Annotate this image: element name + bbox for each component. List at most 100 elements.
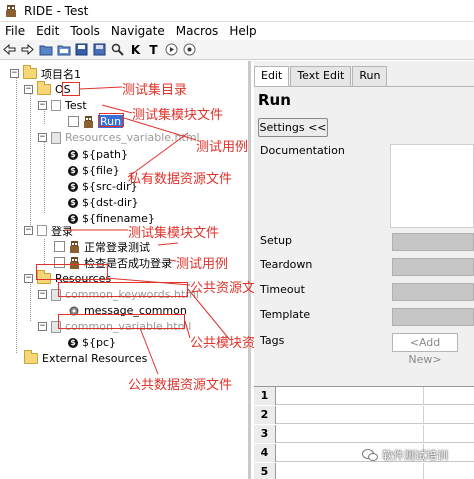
tree-item-variable[interactable]: $ ${pc} (68, 334, 116, 351)
grid-row[interactable]: 3 (254, 425, 474, 443)
test-t-icon[interactable]: T (146, 42, 161, 57)
run-icon[interactable] (164, 42, 179, 57)
menu-tools[interactable]: Tools (65, 24, 106, 38)
variable-dollar-icon: $ (68, 197, 78, 208)
annotation-box (36, 264, 108, 280)
tree-guide-line (44, 139, 45, 213)
toolbar: K T (0, 40, 474, 60)
collapse-icon[interactable]: − (24, 226, 33, 235)
tree-item-variable[interactable]: $ ${path} (68, 146, 128, 163)
annotation-suite-file: 测试集模块文件 (128, 226, 220, 241)
window-title: RIDE - Test (24, 3, 89, 18)
collapse-icon[interactable]: − (38, 133, 47, 142)
file-icon (37, 225, 47, 236)
row-number: 5 (254, 463, 276, 479)
menu-navigate[interactable]: Navigate (106, 24, 171, 38)
menu-help[interactable]: Help (224, 24, 262, 38)
tree-guide-line (30, 89, 31, 229)
tab-edit[interactable]: Edit (254, 66, 290, 86)
folder-icon (37, 81, 51, 95)
annotation-private-data: 私有数据资源文件 (128, 172, 233, 187)
search-keyword-icon[interactable] (110, 42, 125, 57)
tree-item-label: Test (65, 99, 87, 112)
ride-app-icon (6, 4, 16, 17)
timeout-field[interactable] (392, 283, 474, 301)
row-number: 3 (254, 425, 276, 443)
folder-icon (24, 350, 38, 364)
file-icon (51, 100, 61, 111)
add-new-tag-button[interactable]: <Add New> (392, 333, 458, 366)
collapse-icon[interactable]: − (38, 322, 47, 331)
test-checkbox[interactable] (54, 241, 65, 252)
annotation-suite-dir: 测试集目录 (122, 83, 188, 98)
tab-text-edit[interactable]: Text Edit (290, 66, 352, 86)
tree-item-label: ${path} (82, 148, 129, 161)
tree-item-label: ${file} (82, 164, 120, 177)
test-checkbox[interactable] (68, 116, 79, 127)
tree-item-test[interactable]: − Test (38, 97, 87, 114)
setup-field[interactable] (392, 233, 474, 251)
grid-cell[interactable] (276, 463, 424, 479)
collapse-icon[interactable]: − (24, 85, 33, 94)
grid-cell[interactable] (276, 387, 424, 405)
collapse-icon[interactable]: − (10, 69, 19, 78)
row-number: 4 (254, 444, 276, 462)
annotation-box (99, 113, 124, 127)
grid-row[interactable]: 1 (254, 387, 474, 405)
menubar: File Edit Tools Navigate Macros Help (0, 22, 474, 40)
row-number: 2 (254, 406, 276, 424)
tree-item-label: 登录 (51, 224, 73, 238)
folder-icon (23, 65, 37, 79)
stop-icon[interactable] (182, 42, 197, 57)
collapse-icon[interactable]: − (24, 274, 33, 283)
timeout-label: Timeout (260, 283, 305, 296)
tree-item-label: External Resources (42, 352, 148, 365)
tags-label: Tags (260, 334, 285, 347)
steps-grid: 1 2 3 4 5 (254, 386, 474, 479)
annotation-box (62, 82, 80, 96)
setup-label: Setup (260, 234, 293, 247)
window-titlebar: RIDE - Test (0, 0, 474, 22)
template-field[interactable] (392, 308, 474, 326)
menu-edit[interactable]: Edit (31, 24, 65, 38)
robot-icon (84, 115, 93, 128)
tree-item-root[interactable]: − 项目名1 (10, 65, 81, 82)
tree-item-variable[interactable]: $ ${dst-dir} (68, 194, 139, 211)
template-label: Template (260, 308, 311, 321)
tree-item-login[interactable]: − 登录 (24, 222, 73, 239)
open-directory-icon[interactable] (56, 42, 71, 57)
grid-row[interactable]: 2 (254, 406, 474, 424)
collapse-icon[interactable]: − (38, 101, 47, 110)
keyword-k-icon[interactable]: K (128, 42, 143, 57)
annotation-public-data: 公共数据资源文件 (128, 378, 233, 393)
resource-file-icon (51, 131, 61, 144)
back-arrow-icon[interactable] (2, 42, 17, 57)
tab-run[interactable]: Run (352, 66, 388, 86)
forward-arrow-icon[interactable] (20, 42, 35, 57)
wechat-icon (362, 449, 378, 461)
documentation-field[interactable] (390, 144, 474, 228)
annotation-testcase: 测试用例 (176, 257, 229, 272)
grid-row[interactable]: 5 (254, 463, 474, 479)
open-file-icon[interactable] (38, 42, 53, 57)
editor-tabs: Edit Text Edit Run (254, 66, 388, 86)
menu-file[interactable]: File (0, 24, 31, 38)
tree-item-label: Resources_variable.html (65, 131, 200, 144)
tree-guide-line (44, 239, 45, 264)
settings-toggle-button[interactable]: Settings << (258, 118, 328, 137)
test-case-title: Run (258, 91, 291, 109)
tree-item-variable[interactable]: $ ${file} (68, 162, 120, 179)
collapse-icon[interactable]: − (38, 290, 47, 299)
save-all-icon[interactable] (92, 42, 107, 57)
tree-item-label: ${pc} (82, 336, 117, 349)
menu-macros[interactable]: Macros (171, 24, 225, 38)
teardown-label: Teardown (260, 258, 313, 271)
tree-item-external-resources[interactable]: External Resources (24, 350, 147, 367)
variable-dollar-icon: $ (68, 149, 78, 160)
grid-cell[interactable] (276, 406, 424, 424)
grid-cell[interactable] (276, 425, 424, 443)
tree-item-resources-variable[interactable]: − Resources_variable.html (38, 129, 200, 146)
watermark: 软件测试培训 (362, 447, 448, 463)
save-icon[interactable] (74, 42, 89, 57)
teardown-field[interactable] (392, 258, 474, 276)
